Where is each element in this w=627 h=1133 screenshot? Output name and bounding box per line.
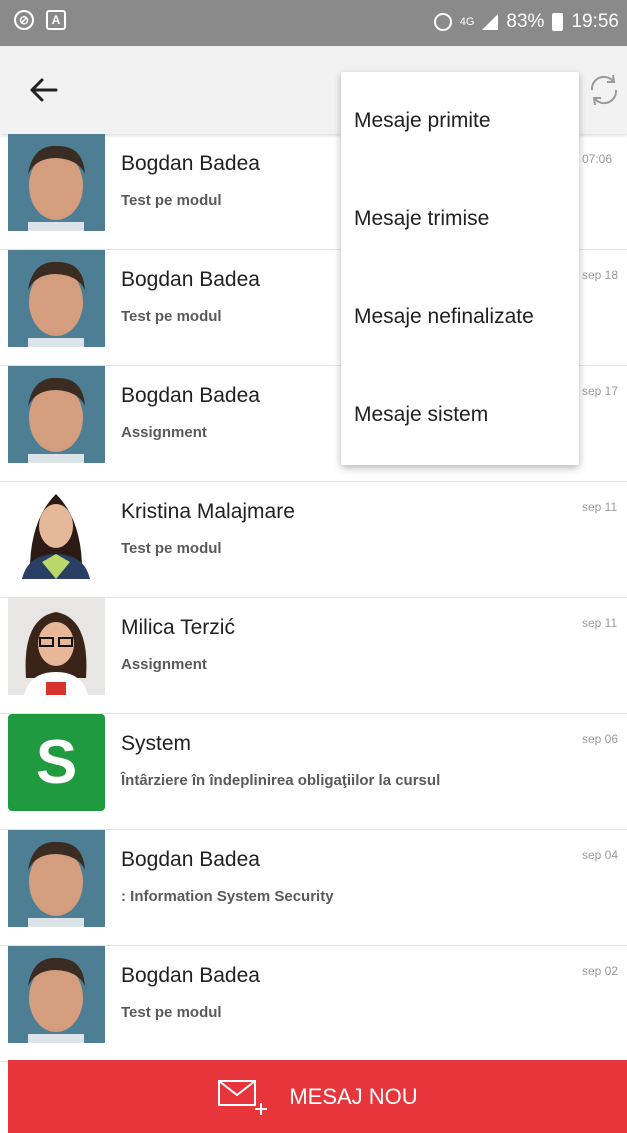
message-subject: Test pe modul <box>121 1004 222 1021</box>
message-date: sep 17 <box>582 384 619 398</box>
message-date: sep 06 <box>582 732 619 746</box>
message-date: sep 18 <box>582 268 619 282</box>
sender-name: Bogdan Badea <box>121 964 260 987</box>
male-photo-icon <box>8 946 105 1043</box>
male-photo-icon <box>8 366 105 463</box>
menu-item-system[interactable]: Mesaje sistem <box>341 366 579 464</box>
network-type: 4G <box>459 16 475 28</box>
new-message-label: MESAJ NOU <box>289 1083 418 1109</box>
menu-item-sent[interactable]: Mesaje trimise <box>341 170 579 268</box>
message-row[interactable]: Bogdan Badea : Information System Securi… <box>0 830 627 946</box>
text-notification-icon: A <box>46 10 66 30</box>
arrow-left-icon <box>30 78 58 102</box>
avatar <box>8 482 105 579</box>
system-avatar: S <box>8 714 105 811</box>
message-date: 07:06 <box>582 152 613 166</box>
avatar <box>8 830 105 927</box>
message-row[interactable]: Kristina Malajmare Test pe modul sep 11 <box>0 482 627 598</box>
avatar <box>8 598 105 695</box>
status-bar: ⊘ A 4G 83% 19:56 <box>0 0 627 46</box>
avatar <box>8 134 105 231</box>
male-photo-icon <box>8 134 105 231</box>
refresh-button[interactable] <box>582 68 626 112</box>
menu-item-received[interactable]: Mesaje primite <box>341 72 579 170</box>
male-photo-icon <box>8 250 105 347</box>
message-subject: Test pe modul <box>121 192 222 209</box>
message-row[interactable]: Milica Terzić Assignment sep 11 <box>0 598 627 714</box>
sender-name: Bogdan Badea <box>121 268 260 291</box>
sender-name: Bogdan Badea <box>121 384 260 407</box>
sender-name: Bogdan Badea <box>121 848 260 871</box>
female-photo-icon <box>8 482 105 579</box>
new-message-button[interactable]: MESAJ NOU <box>8 1060 627 1133</box>
avatar <box>8 946 105 1043</box>
signal-icon <box>482 14 499 30</box>
refresh-icon <box>590 74 618 106</box>
male-photo-icon <box>8 830 105 927</box>
menu-item-drafts[interactable]: Mesaje nefinalizate <box>341 268 579 366</box>
message-subject: Assignment <box>121 424 207 441</box>
avatar <box>8 250 105 347</box>
message-subject: Test pe modul <box>121 540 222 557</box>
battery-percent: 83% <box>506 11 545 32</box>
message-subject: Assignment <box>121 656 207 673</box>
message-row[interactable]: S System Întârziere în îndeplinirea obli… <box>0 714 627 830</box>
avatar <box>8 366 105 463</box>
sender-name: System <box>121 732 192 755</box>
sender-name: Kristina Malajmare <box>121 500 295 523</box>
battery-icon <box>552 13 564 31</box>
back-button[interactable] <box>22 68 66 112</box>
compose-mail-icon <box>218 1079 268 1115</box>
alarm-icon <box>433 13 452 31</box>
message-date: sep 04 <box>582 848 619 862</box>
message-subject: Test pe modul <box>121 308 222 325</box>
message-date: sep 02 <box>582 964 619 978</box>
message-row[interactable]: Bogdan Badea Test pe modul sep 02 <box>0 946 627 1062</box>
clock: 19:56 <box>571 11 619 32</box>
female-glasses-photo-icon <box>8 598 105 695</box>
message-date: sep 11 <box>582 500 618 514</box>
sender-name: Milica Terzić <box>121 616 235 639</box>
message-subject: Întârziere în îndeplinirea obligaţiilor … <box>121 772 441 789</box>
sender-name: Bogdan Badea <box>121 152 260 175</box>
message-filter-menu: Mesaje primite Mesaje trimise Mesaje nef… <box>341 72 579 465</box>
message-subject: : Information System Security <box>121 888 334 905</box>
block-icon: ⊘ <box>14 10 34 30</box>
message-date: sep 11 <box>582 616 618 630</box>
